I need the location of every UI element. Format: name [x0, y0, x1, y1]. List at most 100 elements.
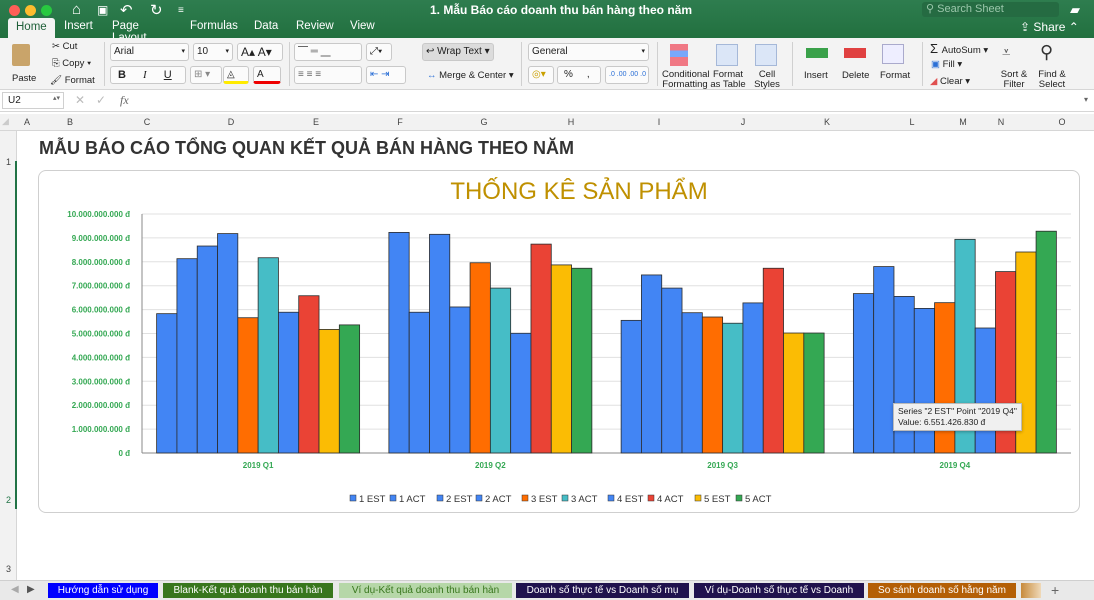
find-select-button[interactable]: ⚲ Find & Select [1034, 42, 1070, 90]
column-header[interactable]: J [741, 117, 746, 127]
column-header[interactable]: E [313, 117, 319, 127]
sheet-tab[interactable]: Ví dụ-Kết quả doanh thu bán hàn [339, 583, 512, 598]
column-header[interactable]: D [228, 117, 235, 127]
align-top-icon[interactable]: ⎺ [298, 46, 311, 57]
column-header[interactable]: N [998, 117, 1005, 127]
legend-item[interactable]: 1 EST [349, 494, 386, 505]
merge-center-button[interactable]: ↔ Merge & Center ▾ [427, 70, 514, 81]
column-header[interactable]: K [824, 117, 830, 127]
conditional-formatting-button[interactable]: Conditional Formatting [662, 42, 710, 90]
comma-style-button[interactable]: , [587, 69, 590, 80]
align-left-icon[interactable]: ≡ [298, 69, 307, 80]
bar[interactable] [530, 243, 552, 454]
comments-icon[interactable]: ▰ [1070, 2, 1080, 18]
share-button[interactable]: ⇪ Share ⌃ [1020, 20, 1079, 34]
expand-formula-bar-icon[interactable]: ▾ [1084, 95, 1088, 104]
bar[interactable] [852, 293, 875, 454]
bar[interactable] [278, 311, 300, 454]
column-header[interactable]: L [909, 117, 914, 127]
column-header[interactable]: B [67, 117, 73, 127]
sheet-tab[interactable]: Hướng dẫn sử dụng [48, 583, 158, 598]
undo-icon[interactable]: ↶ [120, 1, 133, 19]
bar[interactable] [469, 262, 491, 454]
cancel-icon[interactable]: ✕ [75, 93, 85, 107]
column-header[interactable]: F [397, 117, 403, 127]
bar[interactable] [974, 327, 996, 454]
add-sheet-button[interactable]: + [1051, 582, 1059, 598]
underline-button[interactable]: U [164, 69, 172, 81]
align-right-icon[interactable]: ≡ [315, 69, 321, 80]
search-sheet-input[interactable]: ⚲ Search Sheet [922, 2, 1059, 17]
copy-button[interactable]: ⎘ Copy ▾ [52, 58, 91, 69]
bar[interactable] [550, 264, 572, 454]
customize-toolbar-icon[interactable]: ≡ [178, 5, 184, 16]
legend-item[interactable]: 5 EST [694, 494, 731, 505]
formula-input[interactable] [140, 92, 1080, 109]
save-icon[interactable]: ▣ [97, 3, 108, 17]
bar[interactable] [803, 332, 825, 454]
font-color-button[interactable]: A [253, 66, 281, 84]
chart-container[interactable]: THỐNG KÊ SẢN PHẨM 0 đ 1.000.000.000 đ 2.00… [38, 170, 1080, 513]
bar[interactable] [1035, 230, 1057, 454]
row-header[interactable]: 1 [6, 157, 11, 167]
column-header[interactable]: A [24, 117, 30, 127]
insert-function-button[interactable]: fx [120, 93, 129, 108]
bar[interactable] [338, 324, 361, 454]
italic-button[interactable]: I [143, 69, 147, 81]
increase-font-icon[interactable]: A▴ [241, 45, 255, 59]
number-format-select[interactable]: General ▾ [528, 43, 649, 61]
legend-item[interactable]: 4 ACT [647, 494, 684, 505]
clear-button[interactable]: ◢ Clear ▾ [930, 76, 970, 87]
tab-view[interactable]: View [350, 20, 375, 32]
column-header[interactable]: C [144, 117, 151, 127]
row-header[interactable]: 3 [6, 564, 11, 574]
legend-item[interactable]: 3 ACT [561, 494, 598, 505]
delete-cells-button[interactable]: Delete [840, 42, 874, 86]
vertical-align-group[interactable]: ⎺ ═ ⎽ [294, 43, 362, 61]
maximize-window-button[interactable] [41, 5, 52, 16]
bar[interactable] [641, 274, 663, 454]
collapse-ribbon-icon[interactable]: ⌃ [1069, 20, 1079, 34]
bar[interactable] [156, 313, 178, 454]
bar[interactable] [661, 287, 683, 454]
fill-color-button[interactable]: ◬ [223, 66, 249, 84]
borders-button[interactable]: ⊞ ▾ [190, 66, 222, 84]
legend-item[interactable]: 2 EST [436, 494, 473, 505]
legend-item[interactable]: 3 EST [521, 494, 558, 505]
home-icon[interactable]: ⌂ [72, 1, 81, 18]
accounting-format-button[interactable]: ◎▾ [528, 66, 554, 84]
bar[interactable] [510, 332, 532, 454]
bar[interactable] [408, 311, 430, 454]
cell-styles-button[interactable]: Cell Styles [750, 42, 784, 90]
legend-item[interactable]: 2 ACT [475, 494, 512, 505]
tab-review[interactable]: Review [296, 20, 334, 32]
tab-insert[interactable]: Insert [64, 20, 93, 32]
sheet-tab-overflow[interactable] [1021, 583, 1041, 598]
cut-button[interactable]: ✂ Cut [52, 41, 77, 52]
bar[interactable] [742, 302, 764, 454]
redo-icon[interactable]: ↻ [150, 1, 163, 19]
font-name-select[interactable]: Arial ▾ [110, 43, 189, 61]
horizontal-align-group[interactable]: ≡ ≡ ≡ [294, 66, 362, 84]
enter-icon[interactable]: ✓ [96, 93, 106, 107]
select-all-corner[interactable]: ◢ [2, 116, 9, 127]
decrease-font-icon[interactable]: A▾ [258, 45, 272, 59]
legend-item[interactable]: 1 ACT [389, 494, 426, 505]
percent-style-button[interactable]: % [564, 69, 573, 80]
bar[interactable] [783, 332, 805, 454]
format-cells-button[interactable]: Format [878, 42, 916, 86]
text-orientation-button[interactable]: ⤢▾ [366, 43, 392, 61]
prev-sheet-icon[interactable]: ◀ [11, 584, 19, 595]
sheet-tab[interactable]: Ví dụ-Doanh số thực tế vs Doanh [694, 583, 864, 598]
bar[interactable] [873, 266, 895, 454]
wrap-text-button[interactable]: ↩ Wrap Text ▾ [422, 43, 494, 61]
increase-indent-icon[interactable]: ⇥ [381, 69, 389, 80]
bar[interactable] [489, 287, 512, 454]
bar[interactable] [257, 257, 279, 454]
column-header[interactable]: O [1058, 117, 1065, 127]
insert-cells-button[interactable]: Insert [800, 42, 834, 86]
format-as-table-button[interactable]: Format as Table [710, 42, 746, 90]
bar[interactable] [701, 316, 724, 454]
minimize-window-button[interactable] [25, 5, 36, 16]
column-header[interactable]: H [568, 117, 575, 127]
